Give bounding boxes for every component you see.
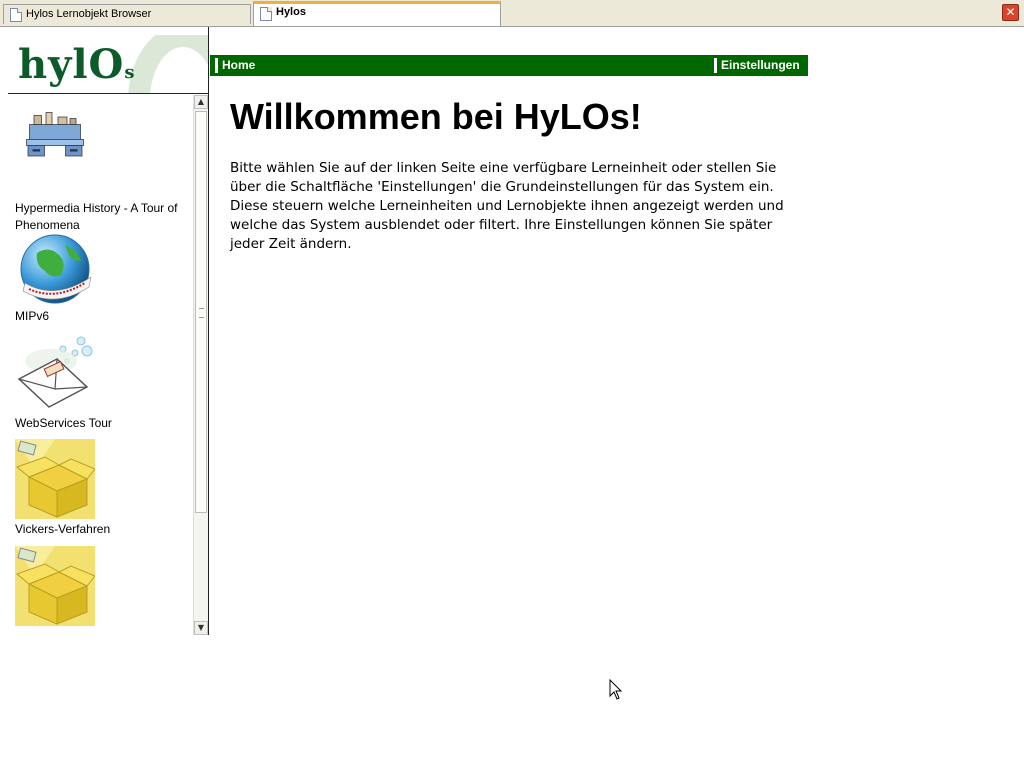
logo-swirl [128, 35, 208, 93]
sidebar-frame: hylOs Hypermedia History - A Tour of Phe… [0, 27, 209, 635]
scroll-up-button[interactable]: ▲ [194, 95, 208, 109]
nav-bar: Home Einstellungen [210, 55, 808, 76]
box-icon [15, 439, 96, 519]
hylos-logo[interactable]: hylOs [8, 35, 208, 94]
box-icon [15, 546, 96, 626]
list-item-webservices[interactable] [15, 331, 193, 418]
list-item-label: MIPv6 [15, 309, 50, 323]
grip-icon [199, 308, 204, 318]
nav-home-link[interactable]: Home [215, 58, 255, 73]
page-title: Willkommen bei HyLOs! [230, 96, 642, 137]
list-item-unit-5[interactable] [15, 546, 193, 633]
list-item-label: Vickers-Verfahren [15, 522, 111, 536]
list-item-mipv6[interactable] [15, 231, 193, 318]
list-item-vickers[interactable] [15, 439, 193, 526]
list-item-label: Hypermedia History - A Tour of Phenomena [15, 201, 178, 232]
mouse-cursor-icon [609, 679, 623, 700]
list-item-label: WebServices Tour [15, 416, 112, 430]
close-tab-button[interactable]: ✕ [1002, 4, 1019, 21]
learning-unit-list: Hypermedia History - A Tour of Phenomena [0, 95, 193, 635]
intro-text: Bitte wählen Sie auf der linken Seite ei… [230, 160, 784, 252]
scroll-down-button[interactable]: ▼ [194, 621, 208, 635]
scroll-thumb[interactable] [195, 111, 207, 513]
globe-icon [20, 234, 92, 304]
document-icon [10, 8, 22, 22]
document-icon [260, 7, 272, 21]
tab-label: Hylos Lernobjekt Browser [26, 8, 152, 20]
tab-label: Hylos [276, 6, 306, 18]
envelope-icon [17, 336, 93, 408]
desk-icon [26, 112, 84, 157]
tab-lernobjekt-browser[interactable]: Hylos Lernobjekt Browser [3, 4, 251, 24]
sidebar-scrollbar[interactable]: ▲ ▼ [193, 95, 208, 635]
list-item-hypermedia-history[interactable]: Hypermedia History - A Tour of Phenomena [15, 111, 193, 234]
logo-text: hylO [18, 41, 125, 88]
tab-hylos[interactable]: Hylos [253, 1, 501, 26]
tab-bar: Hylos Lernobjekt Browser Hylos ✕ [0, 0, 1024, 27]
nav-settings-link[interactable]: Einstellungen [714, 58, 800, 73]
logo-text-small: s [124, 62, 136, 83]
